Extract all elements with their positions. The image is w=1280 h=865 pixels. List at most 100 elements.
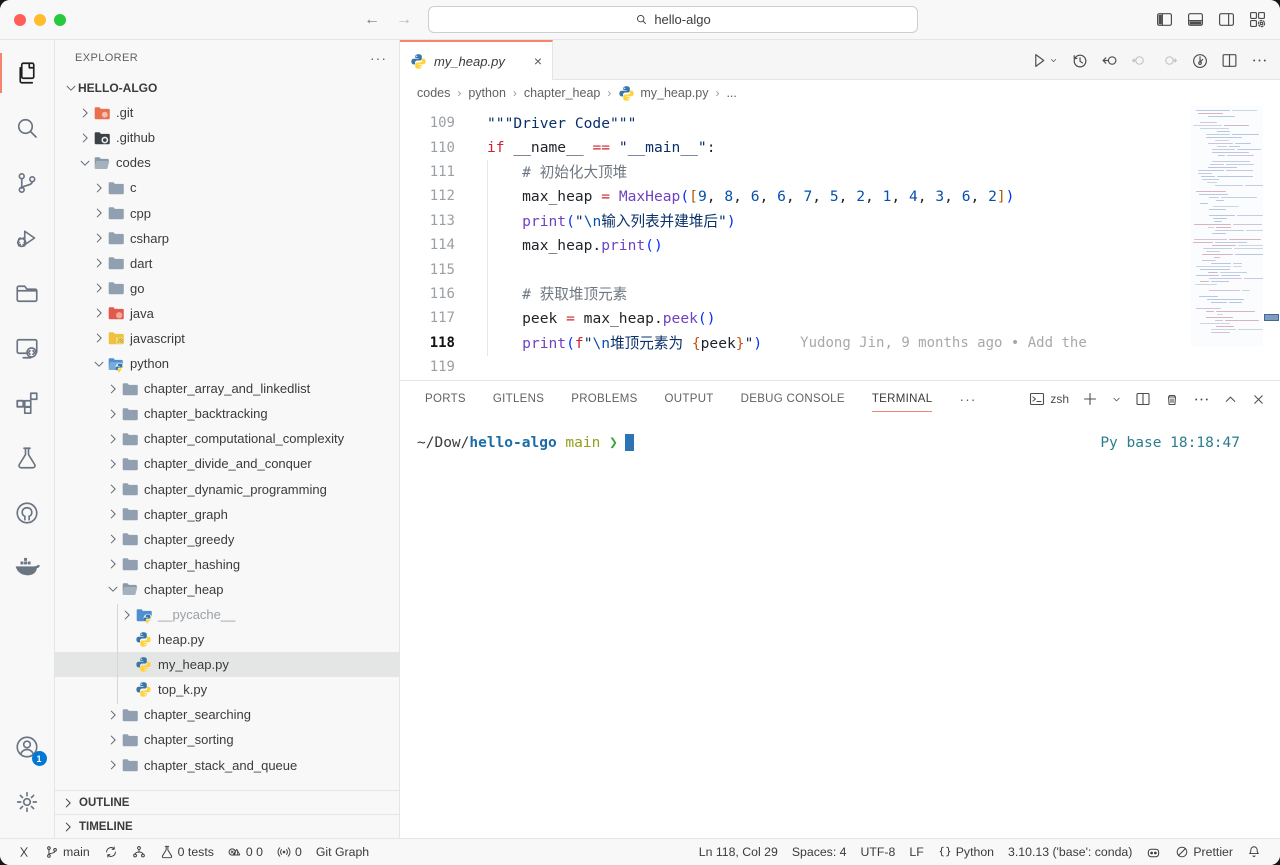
breadcrumb-item[interactable]: ... (726, 86, 736, 100)
terminal-profile-dropdown-icon[interactable] (1111, 394, 1122, 405)
tree-item-chapter-sorting[interactable]: chapter_sorting (55, 727, 399, 752)
maximize-panel-icon[interactable] (1223, 392, 1238, 407)
tree-item-chapter-dynamic-programming[interactable]: chapter_dynamic_programming (55, 477, 399, 502)
chevron-right-icon[interactable] (91, 331, 106, 345)
chevron-right-icon[interactable] (105, 733, 120, 747)
minimap[interactable] (1191, 106, 1263, 346)
activity-source-control-icon[interactable] (0, 158, 55, 208)
panel-more-actions-icon[interactable] (1193, 391, 1210, 408)
chevron-right-icon[interactable] (91, 231, 106, 245)
timeline-history-icon[interactable] (1071, 52, 1088, 69)
status-spaces-4[interactable]: Spaces: 4 (785, 845, 854, 859)
status-python[interactable]: Python (931, 845, 1001, 859)
tree-item-javascript[interactable]: JSjavascript (55, 326, 399, 351)
sidebar-section-timeline[interactable]: TIMELINE (55, 814, 399, 838)
panel-tab-debug-console[interactable]: DEBUG CONSOLE (741, 381, 845, 417)
tree-item-python[interactable]: python (55, 351, 399, 376)
status-main[interactable]: main (38, 845, 97, 859)
navigate-back-icon[interactable]: ← (364, 11, 380, 29)
status-0-tests[interactable]: 0 tests (153, 845, 221, 859)
activity-testing-icon[interactable] (0, 433, 55, 483)
kill-terminal-icon[interactable] (1164, 391, 1180, 407)
zoom-window-button[interactable] (54, 14, 66, 26)
split-editor-icon[interactable] (1221, 52, 1238, 69)
panel-tab-gitlens[interactable]: GITLENS (493, 381, 544, 417)
close-window-button[interactable] (14, 14, 26, 26)
status-bell[interactable] (1240, 845, 1268, 859)
chevron-down-icon[interactable] (91, 357, 106, 371)
chevron-right-icon[interactable] (119, 608, 134, 622)
explorer-more-actions-icon[interactable]: ··· (370, 50, 387, 66)
tree-item-codes[interactable]: codes (55, 150, 399, 175)
chevron-right-icon[interactable] (105, 382, 120, 396)
status-lf[interactable]: LF (902, 845, 930, 859)
status-sync[interactable] (97, 845, 125, 859)
tree-item-go[interactable]: go (55, 276, 399, 301)
tree-item-chapter-backtracking[interactable]: chapter_backtracking (55, 401, 399, 426)
tree-item-chapter-computational-complexity[interactable]: chapter_computational_complexity (55, 426, 399, 451)
chevron-down-icon[interactable] (63, 81, 78, 95)
toggle-panel-icon[interactable] (1187, 11, 1204, 28)
chevron-right-icon[interactable] (91, 181, 106, 195)
terminal-shell-selector[interactable]: zsh (1029, 391, 1069, 407)
tree-item-chapter-searching[interactable]: chapter_searching (55, 702, 399, 727)
status-copilot[interactable] (1139, 845, 1168, 860)
command-center-search[interactable]: hello-algo (428, 6, 918, 33)
panel-tab-ports[interactable]: PORTS (425, 381, 466, 417)
chevron-right-icon[interactable] (105, 532, 120, 546)
chevron-right-icon[interactable] (77, 131, 92, 145)
terminal[interactable]: ~/Dow/hello-algo main ❯ Py base 18:18:47 (400, 417, 1280, 838)
breadcrumb-item[interactable]: codes (417, 86, 450, 100)
tree-item-hello-algo[interactable]: HELLO-ALGO (55, 75, 399, 100)
status-prettier[interactable]: Prettier (1168, 845, 1240, 859)
chevron-right-icon[interactable] (105, 407, 120, 421)
tree-item-heap-py[interactable]: heap.py (55, 627, 399, 652)
tree-item-java[interactable]: java (55, 301, 399, 326)
chevron-right-icon[interactable] (105, 708, 120, 722)
tree-item-chapter-hashing[interactable]: chapter_hashing (55, 552, 399, 577)
tree-item-csharp[interactable]: csharp (55, 226, 399, 251)
panel-tab-output[interactable]: OUTPUT (665, 381, 714, 417)
chevron-right-icon[interactable] (105, 432, 120, 446)
chevron-right-icon[interactable] (105, 482, 120, 496)
tab-my-heap[interactable]: my_heap.py × (400, 40, 553, 80)
activity-explorer-icon[interactable] (0, 48, 55, 98)
tree-item-chapter-divide-and-conquer[interactable]: chapter_divide_and_conquer (55, 451, 399, 476)
sidebar-section-outline[interactable]: OUTLINE (55, 790, 399, 814)
activity-settings-icon[interactable] (0, 777, 55, 827)
chevron-down-icon[interactable] (105, 582, 120, 596)
close-tab-icon[interactable]: × (534, 53, 542, 69)
chevron-right-icon[interactable] (91, 306, 106, 320)
tree-item--github[interactable]: .github (55, 125, 399, 150)
chevron-right-icon[interactable] (91, 281, 106, 295)
tree-item--git[interactable]: .git (55, 100, 399, 125)
tree-item-chapter-array-and-linkedlist[interactable]: chapter_array_and_linkedlist (55, 376, 399, 401)
tree-item-dart[interactable]: dart (55, 251, 399, 276)
panel-tab-terminal[interactable]: TERMINAL (872, 381, 933, 417)
chevron-right-icon[interactable] (105, 507, 120, 521)
chevron-down-icon[interactable] (77, 156, 92, 170)
chevron-right-icon[interactable] (105, 557, 120, 571)
toggle-primary-sidebar-icon[interactable] (1156, 11, 1173, 28)
gitlens-graph-icon[interactable] (1191, 52, 1208, 69)
activity-remote-explorer-icon[interactable] (0, 323, 55, 373)
breadcrumb-item[interactable]: python (468, 86, 506, 100)
tree-item-chapter-graph[interactable]: chapter_graph (55, 502, 399, 527)
toggle-secondary-sidebar-icon[interactable] (1218, 11, 1235, 28)
run-python-icon[interactable] (1031, 52, 1058, 69)
activity-run-debug-icon[interactable] (0, 213, 55, 263)
customize-layout-icon[interactable] (1249, 11, 1266, 28)
status-0-0[interactable]: 0 0 (221, 845, 270, 859)
status-remote[interactable] (10, 845, 38, 859)
more-actions-icon[interactable] (1251, 52, 1268, 69)
activity-docker-icon[interactable] (0, 543, 55, 593)
breadcrumb-item[interactable]: chapter_heap (524, 86, 600, 100)
activity-search-icon[interactable] (0, 103, 55, 153)
tree-item-my-heap-py[interactable]: my_heap.py (55, 652, 399, 677)
tree-item-chapter-stack-and-queue[interactable]: chapter_stack_and_queue (55, 753, 399, 778)
status-ln-118-col-29[interactable]: Ln 118, Col 29 (692, 845, 785, 859)
tree-item-top-k-py[interactable]: top_k.py (55, 677, 399, 702)
activity-folder-library-icon[interactable] (0, 268, 55, 318)
tree-item-chapter-greedy[interactable]: chapter_greedy (55, 527, 399, 552)
status-gitlens[interactable] (125, 845, 153, 859)
